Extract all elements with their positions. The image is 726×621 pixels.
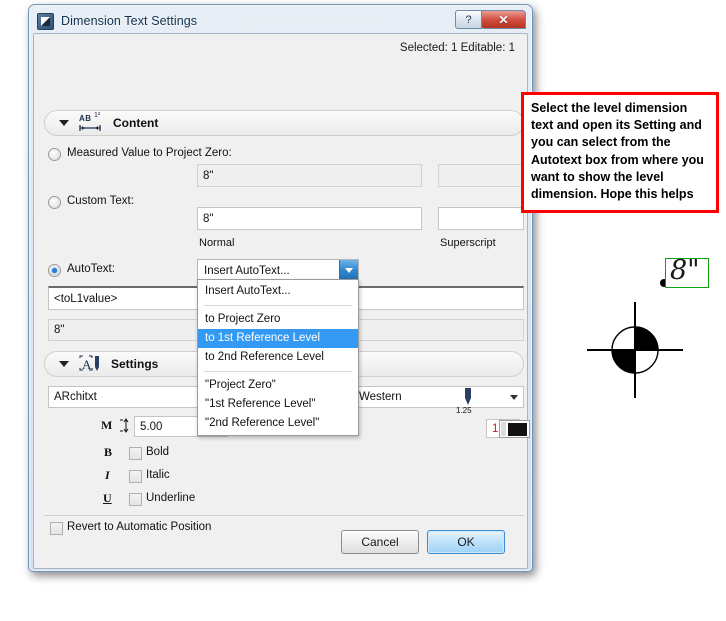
radio-measured-value[interactable] [48, 148, 61, 161]
cancel-button[interactable]: Cancel [341, 530, 419, 554]
help-button[interactable]: ? [455, 10, 482, 29]
swatch-bar [501, 422, 506, 436]
bold-label: Bold [146, 446, 170, 458]
pen-weight-value: 1.25 [456, 406, 472, 415]
custom-text-superscript-field[interactable] [438, 207, 524, 230]
underline-icon: U [103, 491, 112, 505]
dropdown-item-quoted-project-zero[interactable]: "Project Zero" [198, 376, 358, 395]
level-dimension-symbol[interactable] [585, 300, 685, 400]
label-normal-column: Normal [199, 237, 235, 249]
insert-autotext-combo-value: Insert AutoText... [204, 264, 290, 277]
dropdown-separator-1 [204, 305, 352, 306]
pen-color-swatch[interactable] [499, 420, 530, 438]
divider [44, 515, 524, 516]
font-size-icon: M [101, 418, 113, 432]
swatch-color [508, 422, 527, 436]
annotation-note: Select the level dimension text and open… [521, 92, 719, 213]
script-combo-value: Western [359, 391, 402, 403]
selection-status: Selected: 1 Editable: 1 [399, 42, 515, 54]
dimension-arrow-icon [79, 125, 101, 131]
label-measured-value: Measured Value to Project Zero: [67, 147, 232, 159]
label-superscript-column: Superscript [440, 237, 496, 249]
radio-autotext[interactable] [48, 264, 61, 277]
bold-icon: B [104, 445, 113, 459]
autotext-dropdown-list[interactable]: Insert AutoText... to Project Zero to 1s… [197, 279, 359, 436]
bold-checkbox[interactable] [129, 447, 142, 460]
radio-custom-text[interactable] [48, 196, 61, 209]
chevron-down-icon[interactable] [339, 260, 358, 281]
content-icon: AB 1² [79, 112, 105, 132]
screen: Dimension Text Settings ? ✕ Selected: 1 … [0, 0, 726, 621]
dropdown-item-insert[interactable]: Insert AutoText... [198, 282, 358, 301]
size-arrows-icon [120, 418, 129, 433]
dialog-body: Selected: 1 Editable: 1 AB 1² Content Me… [33, 33, 530, 569]
italic-icon: I [105, 468, 110, 482]
label-autotext: AutoText: [67, 263, 115, 275]
dropdown-item-to-1st-reference-level[interactable]: to 1st Reference Level [198, 329, 358, 348]
dimension-text-settings-dialog: Dimension Text Settings ? ✕ Selected: 1 … [28, 4, 533, 572]
chevron-down-icon-script[interactable] [504, 387, 523, 407]
close-button[interactable]: ✕ [481, 10, 526, 29]
underline-checkbox[interactable] [129, 493, 142, 506]
dropdown-item-quoted-2nd-reference-level[interactable]: "2nd Reference Level" [198, 414, 358, 433]
content-section-title: Content [113, 116, 159, 130]
dropdown-item-to-2nd-reference-level[interactable]: to 2nd Reference Level [198, 348, 358, 367]
dialog-button-bar: Cancel OK [34, 530, 527, 560]
level-text-value: 8" [670, 255, 700, 286]
italic-checkbox[interactable] [129, 470, 142, 483]
collapse-triangle-icon-settings[interactable] [59, 361, 69, 367]
underline-label: Underline [146, 492, 196, 504]
dialog-title: Dimension Text Settings [61, 14, 198, 28]
dropdown-separator-2 [204, 371, 352, 372]
italic-label: Italic [146, 469, 170, 481]
custom-text-normal-field[interactable]: 8" [197, 207, 422, 230]
level-text-selection-box[interactable]: 8" [665, 255, 709, 288]
content-section-header[interactable]: AB 1² Content [44, 110, 524, 136]
label-custom-text: Custom Text: [67, 195, 134, 207]
measured-value-superscript-field [438, 164, 524, 187]
ok-button[interactable]: OK [427, 530, 505, 554]
script-combo[interactable]: Western [352, 386, 524, 408]
dropdown-item-to-project-zero[interactable]: to Project Zero [198, 310, 358, 329]
window-buttons: ? ✕ [455, 10, 526, 29]
measured-value-normal-field: 8" [197, 164, 422, 187]
app-icon [37, 12, 54, 30]
dialog-titlebar[interactable]: Dimension Text Settings ? ✕ [33, 9, 528, 33]
collapse-triangle-icon[interactable] [59, 120, 69, 126]
settings-section-title: Settings [111, 357, 159, 371]
text-settings-icon: A [79, 355, 103, 373]
dropdown-item-quoted-1st-reference-level[interactable]: "1st Reference Level" [198, 395, 358, 414]
pen-weight-icon [465, 388, 471, 405]
